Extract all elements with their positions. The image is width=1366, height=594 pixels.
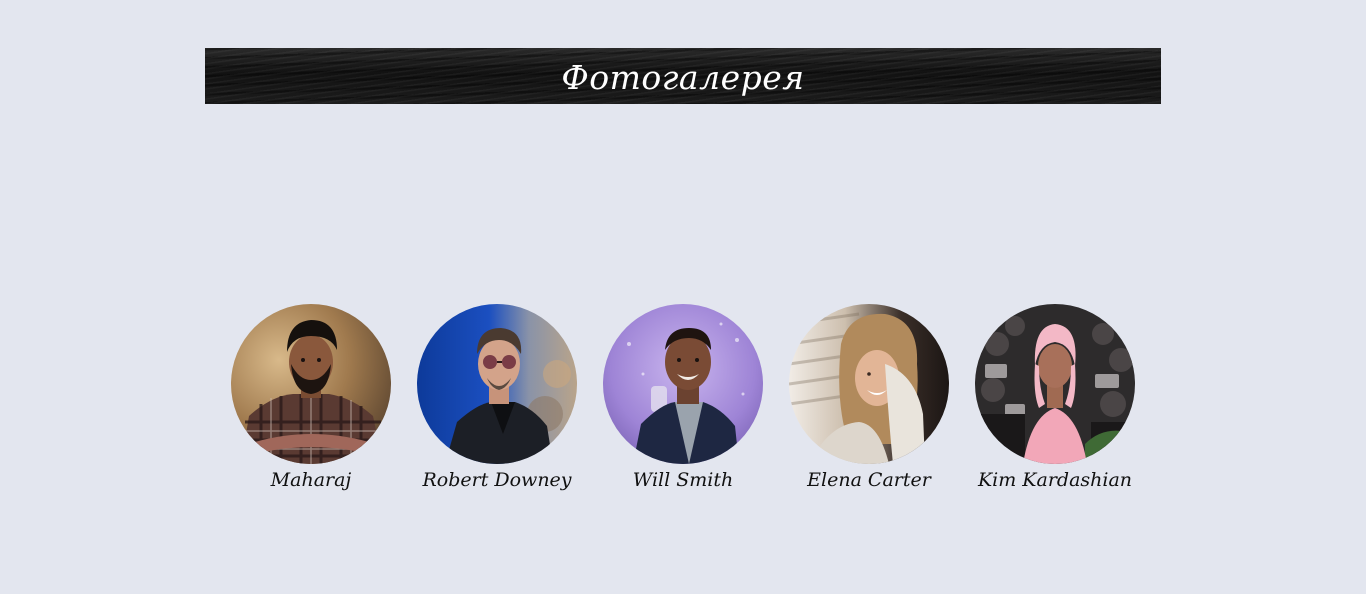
page-title: Фотогалерея [561,57,805,97]
person-photo-maharaj[interactable] [231,304,391,464]
gallery-card-maharaj[interactable]: Maharaj [231,304,391,492]
gallery-card-kim-kardashian[interactable]: Kim Kardashian [975,304,1135,492]
page-header-banner: Фотогалерея [205,48,1161,104]
person-name-label: Will Smith [632,469,734,491]
person-name-label: Kim Kardashian [977,469,1133,491]
gallery-card-robert-downey[interactable]: Robert Downey [417,304,577,492]
person-photo-elena-carter[interactable] [789,304,949,464]
person-name-label: Maharaj [270,469,352,491]
person-photo-robert-downey[interactable] [417,304,577,464]
person-photo-kim-kardashian[interactable] [975,304,1135,464]
gallery-card-elena-carter[interactable]: Elena Carter [789,304,949,492]
person-name-label: Robert Downey [422,469,572,491]
photo-gallery: Maharaj Robert Downey Will Smith Elena C… [231,304,1135,504]
gallery-card-will-smith[interactable]: Will Smith [603,304,763,492]
person-name-label: Elena Carter [807,469,931,491]
person-photo-will-smith[interactable] [603,304,763,464]
